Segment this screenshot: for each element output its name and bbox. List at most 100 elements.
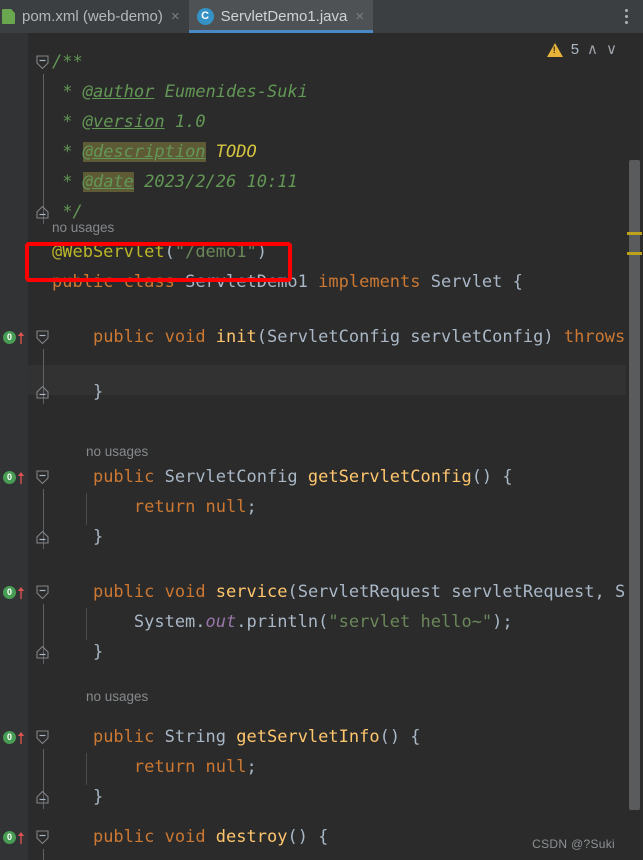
code-token: } bbox=[52, 642, 104, 662]
code-line[interactable]: public String getServletInfo() { bbox=[52, 722, 421, 752]
dot bbox=[625, 15, 628, 18]
code-token: ( bbox=[287, 582, 298, 602]
code-line[interactable]: } bbox=[52, 637, 103, 667]
gutter-run-marker[interactable]: 0 bbox=[3, 577, 27, 607]
code-token: ServletConfig bbox=[267, 327, 401, 347]
code-token: Servlet bbox=[430, 272, 503, 292]
current-line-highlight bbox=[28, 365, 643, 395]
fold-collapse-icon[interactable] bbox=[36, 822, 51, 852]
usage-hint[interactable]: no usages bbox=[86, 682, 148, 712]
override-method-icon[interactable] bbox=[17, 330, 25, 344]
gutter-run-marker[interactable]: 0 bbox=[3, 322, 27, 352]
code-token: 2023/2/26 10:11 bbox=[133, 172, 298, 192]
code-line[interactable]: } bbox=[52, 782, 103, 812]
fold-collapse-icon[interactable] bbox=[36, 577, 51, 607]
fold-end-icon[interactable] bbox=[36, 197, 51, 227]
code-token: ( bbox=[256, 327, 267, 347]
override-method-icon[interactable] bbox=[17, 585, 25, 599]
code-line[interactable]: public void destroy() { bbox=[52, 822, 328, 852]
editor-tab-pom-xml[interactable]: pom.xml (web-demo) × bbox=[0, 0, 189, 33]
code-line[interactable]: } bbox=[52, 522, 103, 552]
run-method-icon[interactable]: 0 bbox=[3, 330, 16, 344]
code-token: String bbox=[164, 727, 227, 747]
code-token: @author bbox=[82, 82, 155, 102]
code-line[interactable]: return null; bbox=[52, 752, 257, 782]
code-token: void bbox=[164, 327, 216, 347]
code-line[interactable]: * @version 1.0 bbox=[52, 107, 205, 137]
fold-collapse-icon[interactable] bbox=[36, 462, 51, 492]
code-token: () bbox=[379, 727, 401, 747]
code-line[interactable]: public void service(ServletRequest servl… bbox=[52, 577, 643, 607]
code-line[interactable]: /** bbox=[52, 47, 83, 77]
gutter-run-marker[interactable]: 0 bbox=[3, 722, 27, 752]
fold-collapse-icon[interactable] bbox=[36, 722, 51, 752]
usage-hint[interactable]: no usages bbox=[86, 437, 148, 467]
prev-problem-icon[interactable]: ∧ bbox=[587, 42, 598, 57]
gutter-run-marker[interactable]: 0 bbox=[3, 822, 27, 852]
code-token: @date bbox=[82, 172, 134, 192]
code-token: { bbox=[400, 727, 421, 747]
code-token: void bbox=[164, 827, 216, 847]
warning-stripe-marker[interactable] bbox=[627, 232, 642, 235]
code-token: service bbox=[215, 582, 288, 602]
code-token: out bbox=[205, 612, 237, 632]
code-token: @description bbox=[82, 142, 206, 162]
fold-end-icon[interactable] bbox=[36, 782, 51, 812]
run-method-icon[interactable]: 0 bbox=[3, 585, 16, 599]
code-line[interactable]: } bbox=[52, 377, 103, 407]
warning-triangle-icon bbox=[546, 42, 563, 57]
scrollbar-thumb[interactable] bbox=[629, 160, 640, 810]
editor-tab-bar: pom.xml (web-demo) × C ServletDemo1.java… bbox=[0, 0, 643, 33]
code-line[interactable]: * @date 2023/2/26 10:11 bbox=[52, 167, 298, 197]
code-token: ; bbox=[246, 497, 257, 517]
code-token: servletConfig bbox=[400, 327, 544, 347]
next-problem-icon[interactable]: ∨ bbox=[606, 42, 617, 57]
code-line[interactable]: * @author Eumenides-Suki bbox=[52, 77, 308, 107]
fold-collapse-icon[interactable] bbox=[36, 322, 51, 352]
code-line[interactable]: public class ServletDemo1 implements Ser… bbox=[52, 267, 523, 297]
code-token: class bbox=[123, 272, 186, 292]
close-icon[interactable]: × bbox=[171, 9, 180, 24]
code-token: public bbox=[52, 272, 124, 292]
code-line[interactable]: public void init(ServletConfig servletCo… bbox=[52, 322, 643, 352]
code-token: () bbox=[287, 827, 308, 847]
code-token: } bbox=[52, 787, 104, 807]
usage-hint[interactable]: no usages bbox=[52, 213, 114, 243]
fold-end-icon[interactable] bbox=[36, 377, 51, 407]
xml-file-icon bbox=[2, 9, 15, 24]
code-token: ServletRequest bbox=[297, 582, 441, 602]
code-token: { bbox=[307, 827, 329, 847]
code-token: public bbox=[92, 582, 165, 602]
fold-end-icon[interactable] bbox=[36, 637, 51, 667]
gutter-run-marker[interactable]: 0 bbox=[3, 462, 27, 492]
code-token: null bbox=[205, 497, 247, 517]
close-icon[interactable]: × bbox=[355, 9, 364, 24]
override-method-icon[interactable] bbox=[17, 830, 25, 844]
editor-tab-servletdemo1-java[interactable]: C ServletDemo1.java × bbox=[188, 0, 374, 33]
fold-collapse-icon[interactable] bbox=[36, 47, 51, 77]
run-method-icon[interactable]: 0 bbox=[3, 470, 16, 484]
code-line[interactable]: * @description TODO bbox=[52, 137, 257, 167]
run-method-icon[interactable]: 0 bbox=[3, 730, 16, 744]
override-method-icon[interactable] bbox=[17, 470, 25, 484]
code-token: return bbox=[133, 757, 206, 777]
override-method-icon[interactable] bbox=[17, 730, 25, 744]
fold-end-icon[interactable] bbox=[36, 522, 51, 552]
code-token: TODO bbox=[215, 142, 257, 162]
code-editor[interactable]: /** * @author Eumenides-Suki * @version … bbox=[0, 33, 643, 860]
code-token: return bbox=[133, 497, 206, 517]
vertical-scrollbar[interactable] bbox=[626, 33, 643, 860]
editor-tab-label: pom.xml (web-demo) bbox=[22, 8, 163, 25]
code-line[interactable]: return null; bbox=[52, 492, 257, 522]
code-token: public bbox=[92, 727, 165, 747]
code-line[interactable]: System.out.println("servlet hello~"); bbox=[52, 607, 513, 637]
code-token: ( bbox=[164, 242, 175, 262]
code-token: System. bbox=[52, 612, 206, 632]
code-text-area[interactable]: /** * @author Eumenides-Suki * @version … bbox=[0, 33, 643, 860]
tab-overflow-menu-icon[interactable] bbox=[610, 0, 643, 33]
warning-stripe-marker[interactable] bbox=[627, 252, 642, 255]
run-method-icon[interactable]: 0 bbox=[3, 830, 16, 844]
